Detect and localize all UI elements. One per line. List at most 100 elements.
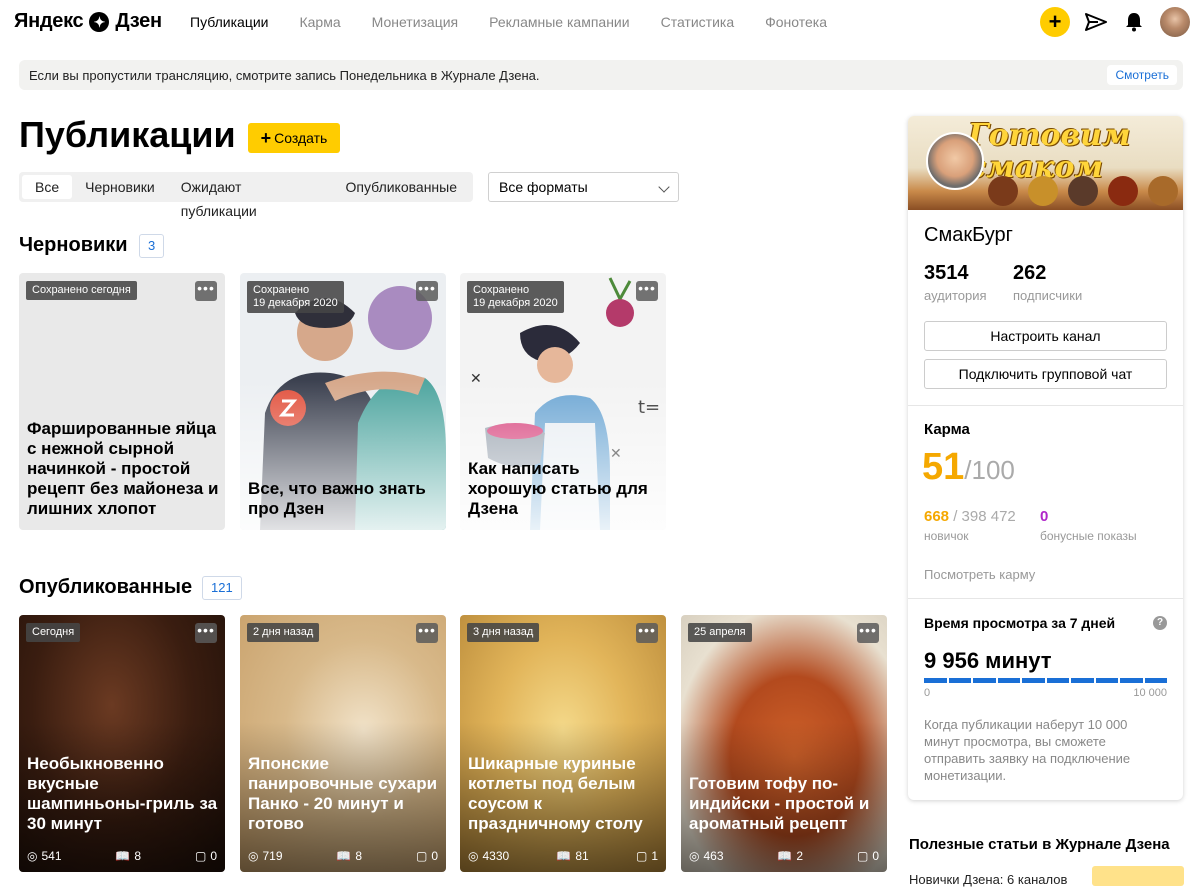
comment-icon: ▢ bbox=[856, 849, 869, 863]
logo-text: Яндекс bbox=[14, 10, 84, 32]
nav-soundtrack[interactable]: Фонотека bbox=[765, 14, 827, 30]
channel-settings-button[interactable]: Настроить канал bbox=[924, 321, 1167, 351]
tab-drafts[interactable]: Черновики bbox=[72, 175, 168, 199]
progress-segment bbox=[948, 678, 971, 683]
bonus-label: бонусные показы bbox=[1040, 529, 1137, 543]
tab-all[interactable]: Все bbox=[22, 175, 73, 199]
card-date-badge: 3 дня назад bbox=[467, 623, 540, 642]
more-icon[interactable]: ••• bbox=[636, 281, 658, 301]
eye-icon: ◎ bbox=[248, 849, 259, 863]
subscribers-count: 262 bbox=[1013, 262, 1047, 284]
reads-stat: 📖 2 bbox=[777, 849, 803, 863]
reads-stat: 📖 81 bbox=[556, 849, 588, 863]
divider bbox=[908, 598, 1183, 599]
drafts-title: Черновики bbox=[19, 234, 128, 256]
logo[interactable]: Яндекс ✦ Дзен bbox=[14, 10, 162, 33]
draft-card[interactable]: Сохранено 19 декабря 2020 ••• Все, что в… bbox=[240, 273, 446, 530]
comments-count: 1 bbox=[651, 849, 658, 863]
drafts-count: 3 bbox=[139, 234, 165, 258]
user-avatar[interactable] bbox=[1160, 7, 1190, 37]
main-nav: Публикации Карма Монетизация Рекламные к… bbox=[190, 14, 858, 30]
view-karma-link[interactable]: Посмотреть карму bbox=[924, 567, 1035, 582]
divider bbox=[908, 405, 1183, 406]
draft-card[interactable]: Сохранено сегодня ••• Фаршированные яйца… bbox=[19, 273, 225, 530]
tab-pending[interactable]: Ожидают публикации bbox=[168, 175, 333, 219]
group-chat-button[interactable]: Подключить групповой чат bbox=[924, 359, 1167, 389]
tab-published[interactable]: Опубликованные bbox=[333, 175, 470, 199]
format-select[interactable]: Все форматы bbox=[488, 172, 679, 202]
progress-segment bbox=[924, 678, 947, 683]
views-stat: ◎ 541 bbox=[27, 849, 62, 863]
format-select-value: Все форматы bbox=[499, 179, 588, 195]
more-icon[interactable]: ••• bbox=[195, 623, 217, 643]
published-title: Опубликованные bbox=[19, 576, 193, 598]
nav-karma[interactable]: Карма bbox=[299, 14, 340, 30]
channel-cover: Готовим смаком bbox=[908, 116, 1183, 210]
card-title: Японские панировочные сухари Панко - 20 … bbox=[248, 754, 438, 833]
card-date-badge: 25 апреля bbox=[688, 623, 752, 642]
book-icon: 📖 bbox=[336, 849, 352, 863]
published-card[interactable]: 25 апреля ••• Готовим тофу по-индийски -… bbox=[681, 615, 887, 872]
more-icon[interactable]: ••• bbox=[636, 623, 658, 643]
comments-stat: ▢ 1 bbox=[636, 849, 658, 863]
card-status-badge: Сохранено 19 декабря 2020 bbox=[247, 281, 344, 313]
page-title: Публикации bbox=[19, 114, 236, 155]
add-content-button[interactable]: + bbox=[1040, 7, 1070, 37]
send-icon[interactable] bbox=[1084, 10, 1108, 34]
card-status-badge: Сохранено сегодня bbox=[26, 281, 137, 300]
card-date-badge: 2 дня назад bbox=[247, 623, 320, 642]
more-icon[interactable]: ••• bbox=[195, 281, 217, 301]
comments-count: 0 bbox=[431, 849, 438, 863]
info-banner: Если вы пропустили трансляцию, смотрите … bbox=[19, 60, 1183, 90]
card-stats: ◎ 4330 📖 81 ▢ 1 bbox=[468, 848, 658, 864]
progress-segment bbox=[1022, 678, 1045, 683]
more-icon[interactable]: ••• bbox=[416, 623, 438, 643]
reads-count: 8 bbox=[134, 849, 142, 863]
nav-statistics[interactable]: Статистика bbox=[661, 14, 735, 30]
create-button[interactable]: + Создать bbox=[248, 123, 340, 153]
progress-segment bbox=[973, 678, 996, 683]
karma-progress: 668 / 398 472 bbox=[924, 508, 1016, 525]
book-icon: 📖 bbox=[777, 849, 793, 863]
views-stat: ◎ 463 bbox=[689, 849, 724, 863]
progress-segment bbox=[1071, 678, 1094, 683]
karma-title: Карма bbox=[924, 421, 970, 438]
banner-watch-button[interactable]: Смотреть bbox=[1107, 65, 1177, 85]
more-icon[interactable]: ••• bbox=[857, 623, 879, 643]
subscribers-label: подписчики bbox=[1013, 288, 1083, 303]
monetization-note: Когда публикации наберут 10 000 минут пр… bbox=[924, 717, 1131, 783]
bell-icon[interactable] bbox=[1122, 10, 1146, 34]
karma-score: 51/100 bbox=[922, 446, 1015, 489]
eye-icon: ◎ bbox=[689, 849, 700, 863]
card-date-badge: Сегодня bbox=[26, 623, 81, 642]
help-icon[interactable]: ? bbox=[1153, 616, 1167, 630]
book-icon: 📖 bbox=[556, 849, 572, 863]
channel-avatar[interactable] bbox=[926, 132, 984, 190]
views-count: 463 bbox=[703, 849, 724, 863]
card-status-badge: Сохранено 19 декабря 2020 bbox=[467, 281, 564, 313]
draft-card[interactable]: t= ✕ ✕ Сохранено 19 декабря 2020 ••• Как… bbox=[460, 273, 666, 530]
useful-article-thumb[interactable] bbox=[1092, 866, 1184, 886]
views-stat: ◎ 4330 bbox=[468, 849, 509, 863]
top-actions: + bbox=[1040, 7, 1190, 37]
nav-ad-campaigns[interactable]: Рекламные кампании bbox=[489, 14, 629, 30]
watch-time-title: Время просмотра за 7 дней bbox=[924, 615, 1116, 631]
spice-spoon-icon bbox=[1028, 176, 1058, 206]
more-icon[interactable]: ••• bbox=[416, 281, 438, 301]
published-count: 121 bbox=[202, 576, 242, 600]
eye-icon: ◎ bbox=[468, 849, 479, 863]
card-title: Как написать хорошую статью для Дзена bbox=[468, 459, 648, 518]
nav-monetization[interactable]: Монетизация bbox=[372, 14, 459, 30]
progress-segment bbox=[1046, 678, 1069, 683]
book-icon: 📖 bbox=[115, 849, 131, 863]
nav-publications[interactable]: Публикации bbox=[190, 14, 268, 30]
eye-icon: ◎ bbox=[27, 849, 38, 863]
card-title: Все, что важно знать про Дзен bbox=[248, 479, 426, 518]
comments-stat: ▢ 0 bbox=[857, 849, 879, 863]
published-card[interactable]: 3 дня назад ••• Шикарные куриные котлеты… bbox=[460, 615, 666, 872]
spice-spoon-icon bbox=[1148, 176, 1178, 206]
published-card[interactable]: Сегодня ••• Необыкновенно вкусные шампин… bbox=[19, 615, 225, 872]
published-card[interactable]: 2 дня назад ••• Японские панировочные су… bbox=[240, 615, 446, 872]
logo-suffix: Дзен bbox=[115, 10, 162, 32]
progress-segment bbox=[1120, 678, 1143, 683]
